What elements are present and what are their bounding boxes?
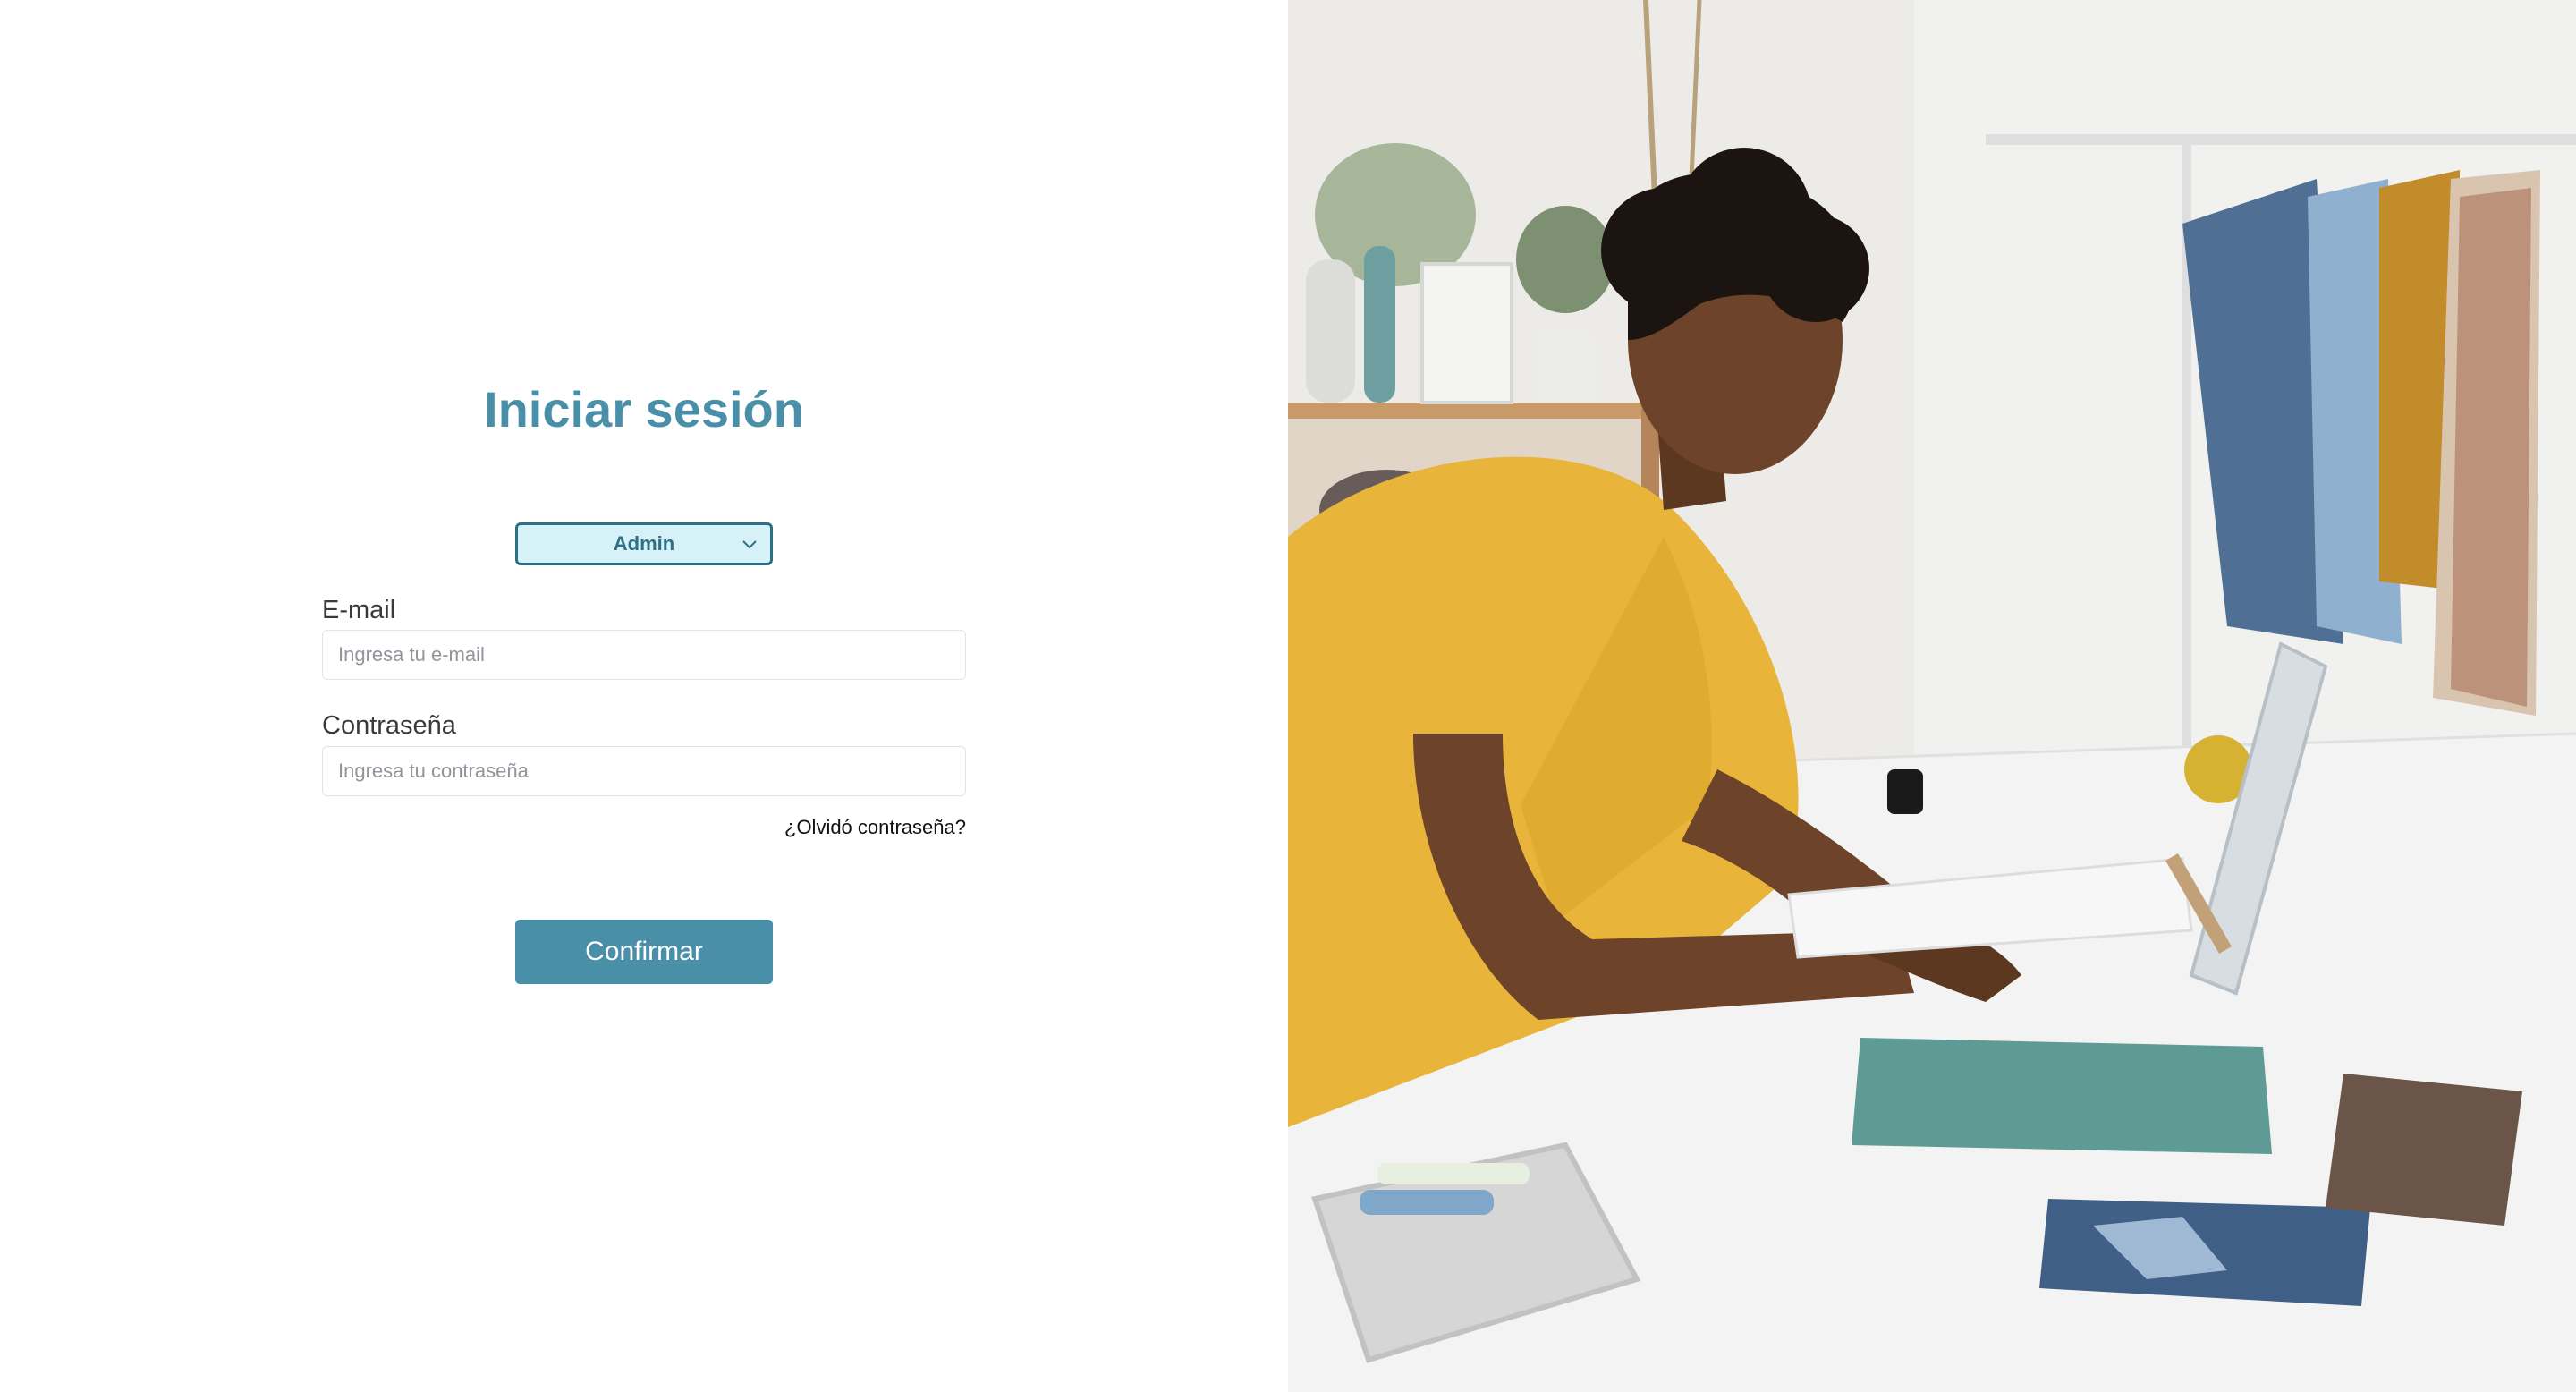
email-field[interactable]: Ingresa tu e-mail xyxy=(322,630,966,680)
forgot-password-link[interactable]: ¿Olvidó contraseña? xyxy=(784,814,966,841)
role-select[interactable]: Admin xyxy=(515,522,773,565)
email-label: E-mail xyxy=(322,596,396,624)
email-placeholder: Ingresa tu e-mail xyxy=(338,643,485,666)
password-label: Contraseña xyxy=(322,711,456,740)
password-field[interactable]: Ingresa tu contraseña xyxy=(322,746,966,796)
hero-photo xyxy=(1288,0,2576,1392)
chevron-down-icon xyxy=(740,534,759,554)
confirm-button[interactable]: Confirmar xyxy=(515,920,773,984)
student-studying-illustration xyxy=(1288,0,2576,1392)
login-panel: Iniciar sesión Admin E-mail Ingresa tu e… xyxy=(0,0,1288,1392)
confirm-button-label: Confirmar xyxy=(585,937,703,966)
page-title: Iniciar sesión xyxy=(484,381,804,437)
role-select-value: Admin xyxy=(613,532,675,555)
login-page: Iniciar sesión Admin E-mail Ingresa tu e… xyxy=(0,0,2576,1392)
password-placeholder: Ingresa tu contraseña xyxy=(338,760,529,782)
